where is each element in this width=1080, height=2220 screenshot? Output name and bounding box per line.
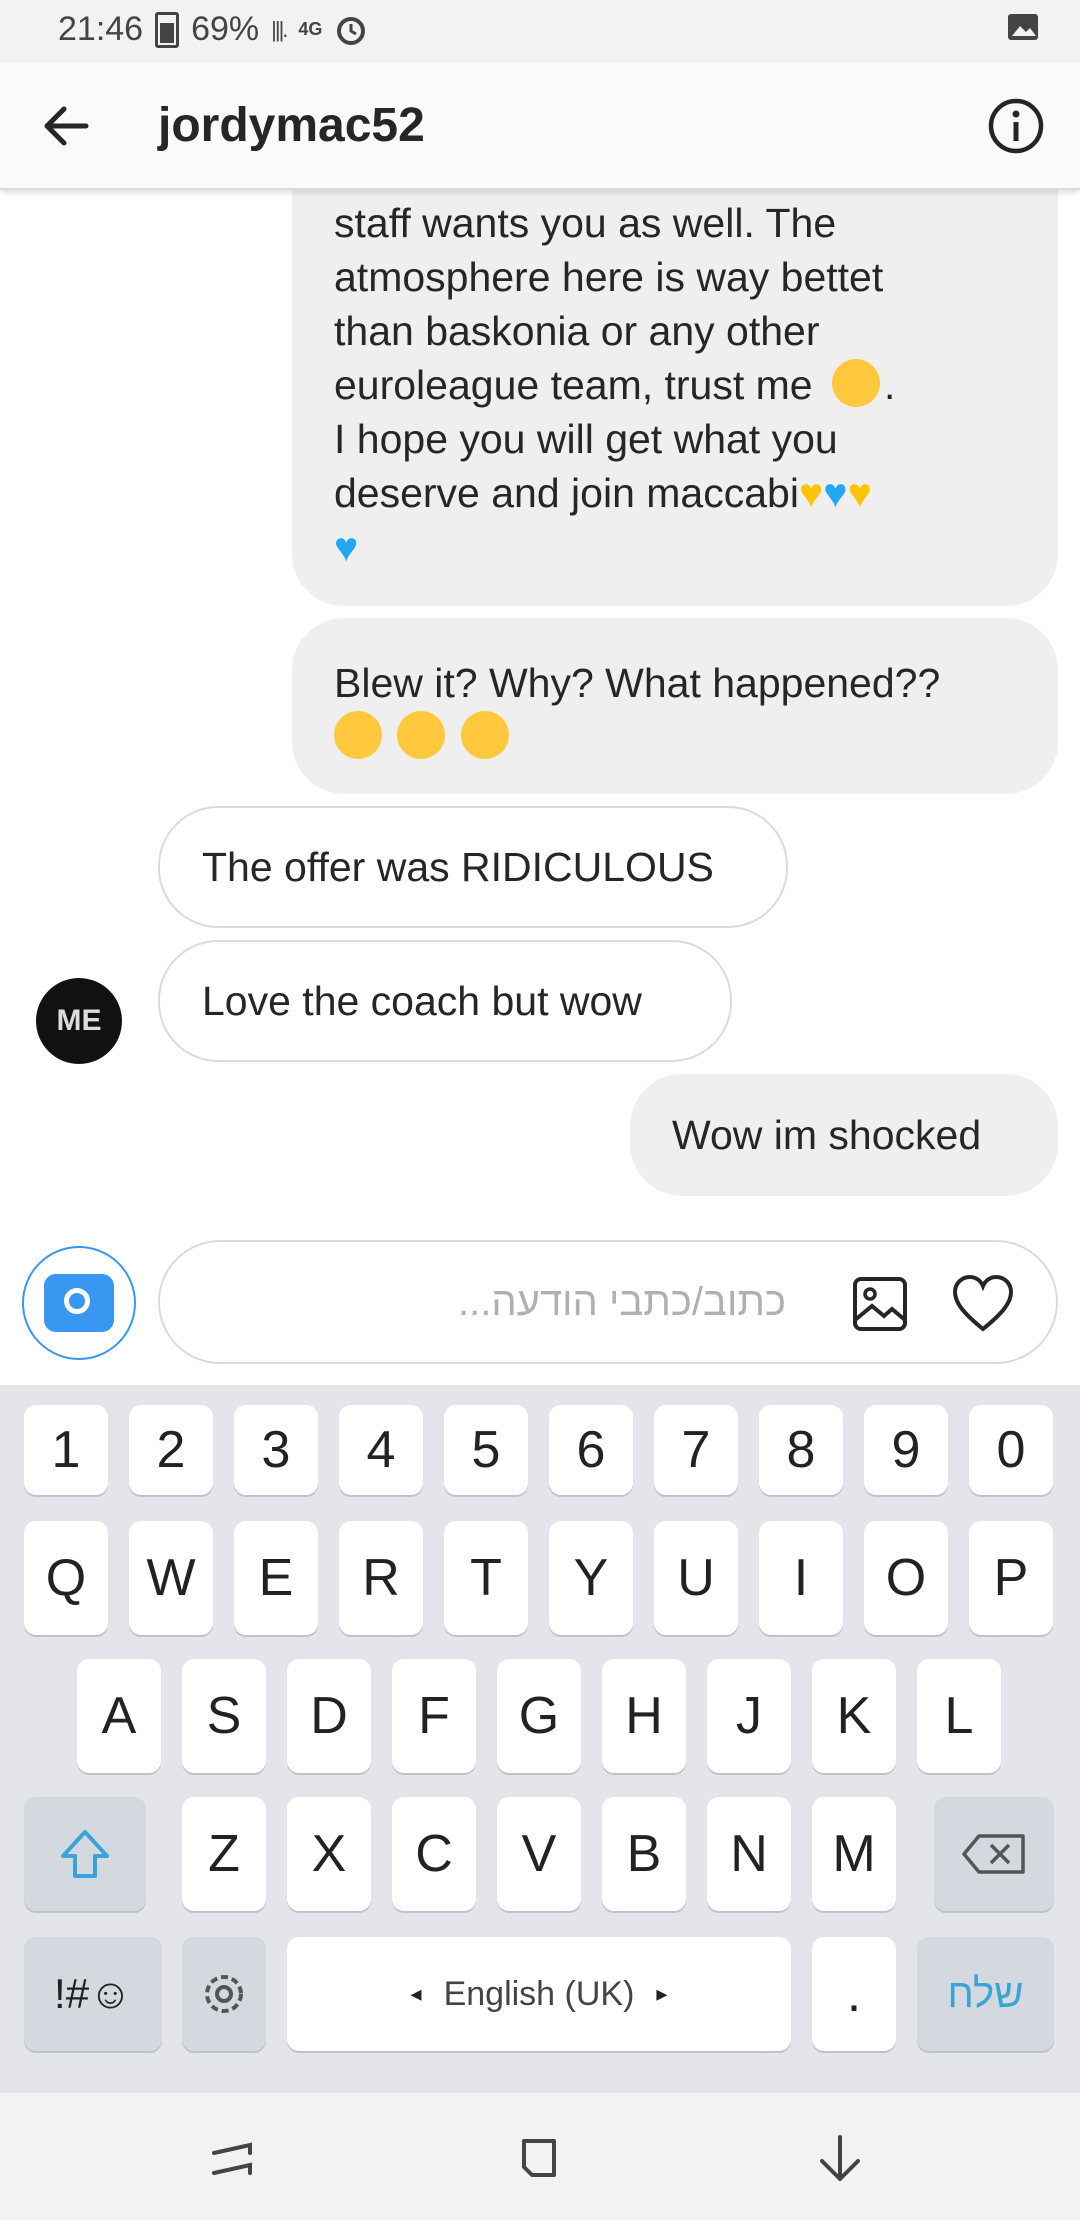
camera-button[interactable]: [22, 1246, 136, 1360]
key-9[interactable]: 9: [864, 1405, 948, 1495]
blue-heart-emoji: ♥: [823, 470, 848, 516]
space-key[interactable]: ◂ English (UK) ▸: [287, 1937, 791, 2051]
space-left-arrow-icon: ◂: [410, 1981, 422, 2006]
key-6[interactable]: 6: [549, 1405, 633, 1495]
battery-icon: [155, 11, 180, 48]
key-1[interactable]: 1: [24, 1405, 108, 1495]
shift-arrow-icon: [61, 1830, 109, 1878]
network-type: 4G: [298, 19, 323, 39]
chat-header: jordymac52: [0, 62, 1080, 190]
key-r[interactable]: R: [339, 1521, 423, 1635]
key-s[interactable]: S: [182, 1659, 266, 1773]
status-time: 21:46: [58, 10, 144, 48]
key-5[interactable]: 5: [444, 1405, 528, 1495]
key-g[interactable]: G: [497, 1659, 581, 1773]
yellow-heart-emoji: ♥: [798, 470, 824, 516]
period-key[interactable]: .: [812, 1937, 896, 2051]
message-text: Love the coach but wow: [202, 978, 642, 1024]
key-a[interactable]: A: [77, 1659, 161, 1773]
key-8[interactable]: 8: [759, 1405, 843, 1495]
message-outgoing[interactable]: Wow im shocked: [630, 1074, 1058, 1196]
key-q[interactable]: Q: [24, 1521, 108, 1635]
backspace-key[interactable]: [934, 1797, 1054, 1911]
message-text: Blew it? Why? What happened??: [334, 660, 941, 706]
key-d[interactable]: D: [287, 1659, 371, 1773]
key-e[interactable]: E: [234, 1521, 318, 1635]
camera-icon: [44, 1274, 114, 1332]
key-l[interactable]: L: [917, 1659, 1001, 1773]
key-c[interactable]: C: [392, 1797, 476, 1911]
space-right-arrow-icon: ▸: [656, 1981, 668, 2006]
message-outgoing[interactable]: Blew it? Why? What happened??: [292, 618, 1058, 794]
key-z[interactable]: Z: [182, 1797, 266, 1911]
key-y[interactable]: Y: [549, 1521, 633, 1635]
key-u[interactable]: U: [654, 1521, 738, 1635]
message-line: staff wants you as well. The: [334, 200, 837, 246]
key-n[interactable]: N: [707, 1797, 791, 1911]
backspace-icon: [962, 1834, 1025, 1874]
message-incoming[interactable]: The offer was RIDICULOUS: [158, 806, 788, 928]
message-placeholder: כתוב/כתבי הודעה...: [457, 1280, 786, 1324]
key-k[interactable]: K: [812, 1659, 896, 1773]
message-incoming[interactable]: Love the coach but wow: [158, 940, 732, 1062]
settings-key[interactable]: [182, 1937, 266, 2051]
key-h[interactable]: H: [602, 1659, 686, 1773]
message-composer: כתוב/כתבי הודעה...: [0, 1230, 1080, 1385]
heart-icon[interactable]: [952, 1274, 1014, 1334]
chat-title[interactable]: jordymac52: [158, 98, 425, 153]
key-t[interactable]: T: [444, 1521, 528, 1635]
shift-key[interactable]: [24, 1797, 146, 1911]
symbols-key[interactable]: !#☺: [24, 1937, 162, 2051]
key-x[interactable]: X: [287, 1797, 371, 1911]
message-line: atmosphere here is way bettet: [334, 254, 884, 300]
back-nav-icon[interactable]: [810, 2129, 870, 2189]
crying-face-emoji: [460, 711, 509, 759]
message-line: euroleague team, trust me: [334, 362, 813, 408]
blue-heart-emoji: ♥: [334, 524, 359, 570]
yellow-heart-emoji: ♥: [847, 470, 872, 516]
key-f[interactable]: F: [392, 1659, 476, 1773]
battery-percent: 69%: [191, 10, 260, 48]
key-0[interactable]: 0: [969, 1405, 1053, 1495]
alarm-icon: [337, 16, 366, 45]
message-text: The offer was RIDICULOUS: [202, 844, 714, 890]
info-icon[interactable]: [986, 96, 1046, 156]
send-label: שלח: [947, 1971, 1024, 2016]
image-notification-icon: [1008, 14, 1038, 40]
key-v[interactable]: V: [497, 1797, 581, 1911]
send-key[interactable]: שלח: [917, 1937, 1054, 2051]
crying-face-emoji: [397, 711, 446, 759]
key-j[interactable]: J: [707, 1659, 791, 1773]
recents-icon[interactable]: [204, 2129, 264, 2189]
key-p[interactable]: P: [969, 1521, 1053, 1635]
gear-icon: [205, 1975, 243, 2013]
crying-face-emoji: [334, 711, 382, 759]
message-line: I hope you will get what you: [334, 416, 838, 462]
message-input[interactable]: כתוב/כתבי הודעה...: [158, 1240, 1058, 1364]
back-arrow-icon[interactable]: [36, 96, 96, 156]
message-outgoing[interactable]: staff wants you as well. The atmosphere …: [292, 140, 1058, 606]
keyboard: 1 2 3 4 5 6 7 8 9 0 Q W E R T Y U I O P …: [0, 1385, 1080, 2093]
gallery-icon[interactable]: [852, 1276, 908, 1332]
key-b[interactable]: B: [602, 1797, 686, 1911]
key-7[interactable]: 7: [654, 1405, 738, 1495]
message-line: deserve and join maccabi: [334, 470, 799, 516]
key-2[interactable]: 2: [129, 1405, 213, 1495]
message-line: than baskonia or any other: [334, 308, 820, 354]
signal-icon: |||.: [271, 16, 288, 42]
key-3[interactable]: 3: [234, 1405, 318, 1495]
home-icon[interactable]: [510, 2129, 570, 2189]
symbols-label: !#☺: [54, 1970, 132, 2017]
key-w[interactable]: W: [129, 1521, 213, 1635]
status-bar: 21:46 69% |||. 4G: [0, 0, 1080, 62]
message-text: Wow im shocked: [672, 1112, 982, 1158]
key-m[interactable]: M: [812, 1797, 896, 1911]
key-i[interactable]: I: [759, 1521, 843, 1635]
key-o[interactable]: O: [864, 1521, 948, 1635]
winking-face-emoji: [832, 359, 880, 407]
space-label: English (UK): [443, 1974, 635, 2013]
key-4[interactable]: 4: [339, 1405, 423, 1495]
navigation-bar: [0, 2093, 1080, 2220]
avatar[interactable]: ME: [36, 978, 122, 1064]
